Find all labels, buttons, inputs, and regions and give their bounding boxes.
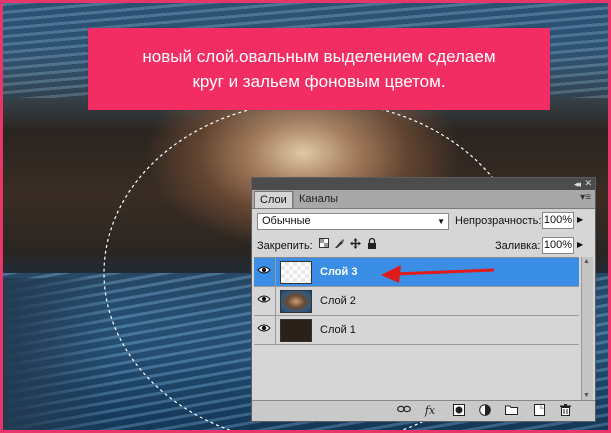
lock-position-icon[interactable] bbox=[350, 238, 361, 252]
lock-transparency-icon[interactable] bbox=[318, 238, 329, 252]
layer-mask-icon[interactable] bbox=[452, 404, 466, 417]
divider bbox=[275, 316, 276, 344]
lock-all-icon[interactable] bbox=[366, 237, 377, 252]
collapse-icon[interactable]: ◂◂ bbox=[574, 179, 581, 189]
divider bbox=[275, 287, 276, 315]
close-icon[interactable]: ✕ bbox=[584, 178, 592, 189]
fx-icon[interactable]: fx bbox=[423, 404, 437, 417]
layer-thumbnail bbox=[280, 290, 312, 313]
new-group-icon[interactable] bbox=[504, 404, 518, 417]
layers-panel: ◂◂ ✕ Слои Каналы ▾≡ Обычные ▼ Непрозрачн… bbox=[251, 177, 596, 422]
layers-list: Слой 3 Слой 2 Слой 1 bbox=[254, 257, 579, 401]
opacity-slider-arrow-icon[interactable]: ▶ bbox=[577, 215, 583, 224]
eye-icon[interactable] bbox=[257, 294, 271, 306]
layer-row-2[interactable]: Слой 2 bbox=[254, 287, 579, 316]
lock-image-icon[interactable] bbox=[334, 238, 345, 252]
panel-tabbar: Слои Каналы ▾≡ bbox=[252, 190, 595, 209]
fill-label: Заливка: bbox=[495, 240, 541, 252]
eye-icon[interactable] bbox=[257, 265, 271, 277]
layer-name[interactable]: Слой 3 bbox=[320, 266, 357, 278]
caption-banner: новый слой.овальным выделением сделаем к… bbox=[88, 28, 550, 110]
lock-icons bbox=[318, 237, 377, 252]
fill-field[interactable]: 100% bbox=[542, 237, 574, 254]
tab-layers[interactable]: Слои bbox=[254, 191, 293, 208]
adjustment-layer-icon[interactable] bbox=[478, 404, 492, 417]
layer-name[interactable]: Слой 2 bbox=[320, 295, 356, 307]
opacity-field[interactable]: 100% bbox=[542, 212, 574, 229]
link-layers-icon[interactable] bbox=[397, 404, 411, 417]
divider bbox=[275, 258, 276, 286]
panel-titlebar[interactable]: ◂◂ ✕ bbox=[252, 178, 595, 190]
eye-icon[interactable] bbox=[257, 323, 271, 335]
scroll-up-icon[interactable]: ▲ bbox=[583, 258, 590, 265]
tab-channels[interactable]: Каналы bbox=[293, 191, 343, 208]
layer-row-1[interactable]: Слой 1 bbox=[254, 316, 579, 345]
blend-mode-select[interactable]: Обычные ▼ bbox=[257, 213, 449, 230]
lock-label: Закрепить: bbox=[257, 240, 313, 252]
panel-menu-icon[interactable]: ▾≡ bbox=[580, 192, 591, 203]
layer-name[interactable]: Слой 1 bbox=[320, 324, 356, 336]
caption-line-2: круг и зальем фоновым цветом. bbox=[192, 72, 446, 91]
trash-icon[interactable] bbox=[558, 404, 572, 417]
layers-scrollbar[interactable]: ▲ ▼ bbox=[581, 257, 593, 400]
scroll-down-icon[interactable]: ▼ bbox=[583, 392, 590, 399]
chevron-down-icon: ▼ bbox=[437, 217, 445, 226]
layer-thumbnail bbox=[280, 319, 312, 342]
blend-mode-value: Обычные bbox=[262, 215, 311, 227]
new-layer-icon[interactable] bbox=[532, 404, 546, 417]
caption-line-1: новый слой.овальным выделением сделаем bbox=[142, 47, 496, 66]
layer-row-3[interactable]: Слой 3 bbox=[254, 258, 579, 287]
opacity-label: Непрозрачность: bbox=[455, 215, 542, 227]
layer-thumbnail bbox=[280, 261, 312, 284]
fill-slider-arrow-icon[interactable]: ▶ bbox=[577, 240, 583, 249]
panel-bottom-toolbar: fx bbox=[252, 400, 595, 421]
